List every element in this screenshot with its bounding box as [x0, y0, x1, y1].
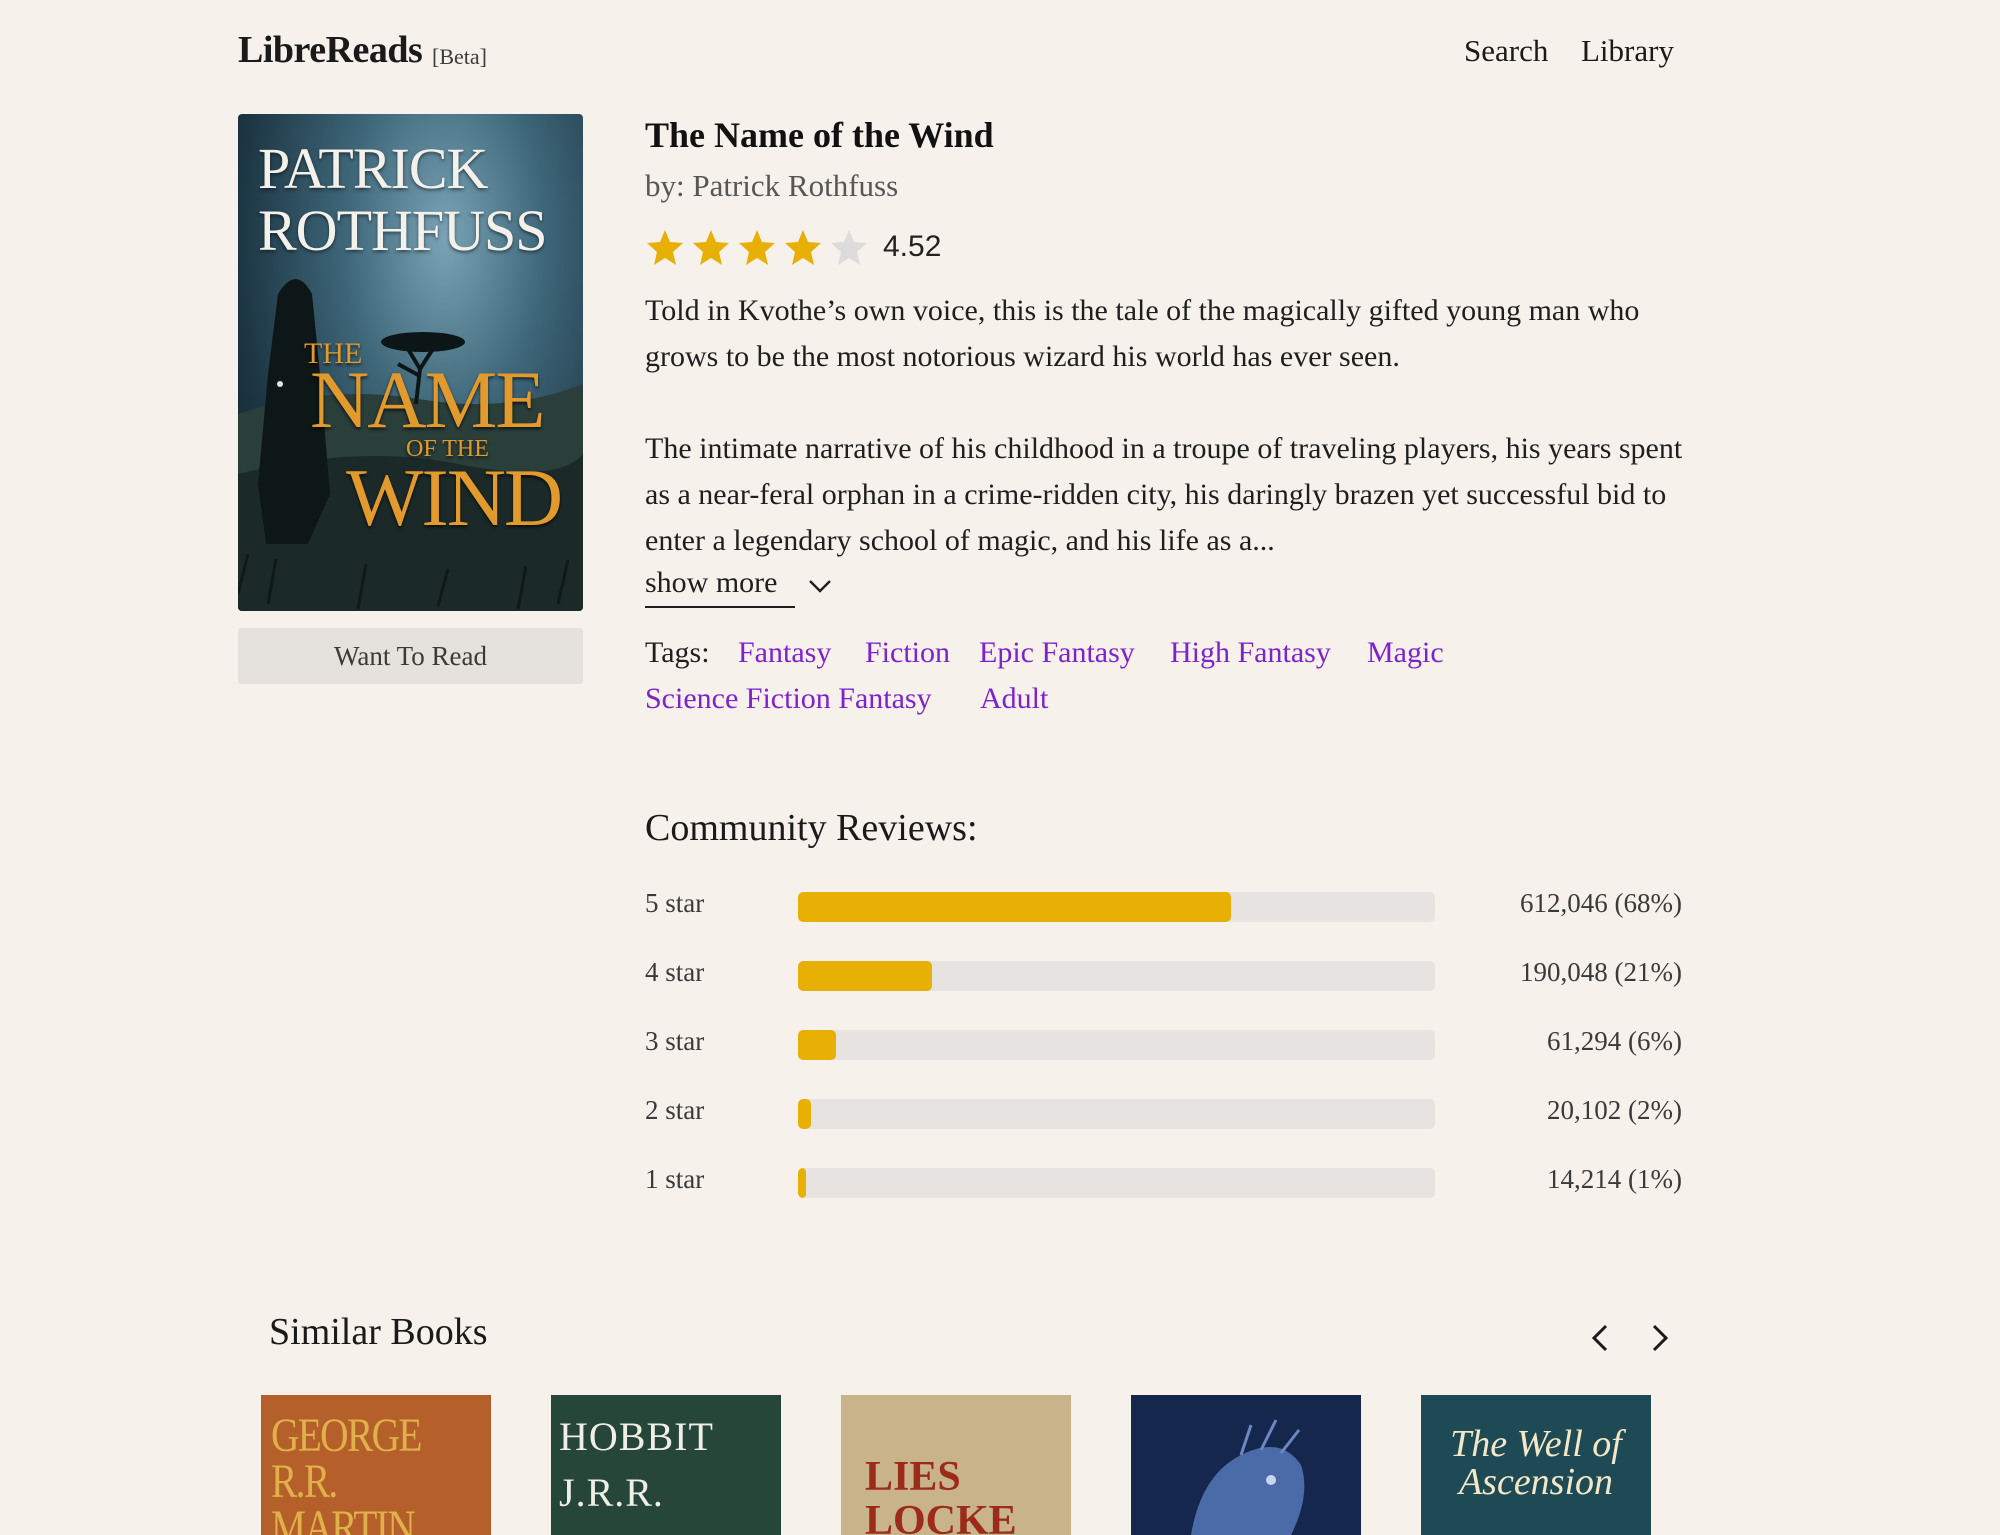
- review-row-count: 14,214 (1%): [1547, 1164, 1682, 1194]
- star-rating: [645, 228, 869, 268]
- want-to-read-button[interactable]: Want To Read: [238, 628, 583, 684]
- review-bar-track: [798, 892, 1435, 922]
- show-more-button[interactable]: show more: [645, 566, 795, 608]
- review-row-count: 190,048 (21%): [1520, 957, 1682, 987]
- average-rating: 4.52: [883, 230, 942, 263]
- similar-book-cover[interactable]: GEORGE R.R. MARTIN: [261, 1395, 491, 1535]
- chevron-left-icon[interactable]: [1580, 1318, 1620, 1358]
- similar-book-cover[interactable]: LIES LOCKE: [841, 1395, 1071, 1535]
- review-bar-fill: [798, 961, 932, 991]
- chevron-right-icon[interactable]: [1640, 1318, 1680, 1358]
- similar-books-heading: Similar Books: [269, 1311, 488, 1353]
- description-paragraph: The intimate narrative of his childhood …: [645, 432, 1683, 557]
- review-bar-fill: [798, 1030, 837, 1060]
- tag-link[interactable]: Science Fiction Fantasy: [645, 682, 932, 716]
- cover-text: HOBBIT J.R.R. TOLKIEN: [559, 1414, 738, 1535]
- description-paragraph: Told in Kvothe’s own voice, this is the …: [645, 294, 1640, 373]
- book-description: Told in Kvothe’s own voice, this is the …: [645, 288, 1685, 564]
- tag-link[interactable]: Magic: [1367, 636, 1444, 670]
- cover-author: PATRICK ROTHFUSS: [258, 136, 548, 263]
- star-empty-icon: [831, 230, 867, 265]
- cover-text: LIES LOCKE: [865, 1454, 1017, 1535]
- tag-link[interactable]: Epic Fantasy: [979, 636, 1135, 670]
- chevron-down-icon[interactable]: [808, 578, 832, 594]
- book-title: The Name of the Wind: [645, 115, 994, 155]
- cover-text: GEORGE R.R. MARTIN: [271, 1409, 422, 1535]
- review-bar-track: [798, 1099, 1435, 1129]
- tag-link[interactable]: High Fantasy: [1170, 636, 1331, 670]
- tags-label: Tags:: [645, 636, 710, 669]
- nav-search[interactable]: Search: [1464, 33, 1548, 69]
- similar-book-cover[interactable]: HOBBIT J.R.R. TOLKIEN: [551, 1395, 781, 1535]
- tag-link[interactable]: Fantasy: [738, 636, 831, 670]
- similar-book-cover[interactable]: [1131, 1395, 1361, 1535]
- community-reviews-heading: Community Reviews:: [645, 807, 978, 849]
- review-row-label: 5 star: [645, 888, 705, 918]
- nav-library[interactable]: Library: [1581, 33, 1674, 69]
- review-bar-track: [798, 961, 1435, 991]
- star-filled-icon: [647, 230, 683, 265]
- review-row-label: 1 star: [645, 1164, 705, 1194]
- review-bar-track: [798, 1030, 1435, 1060]
- similar-book-cover[interactable]: The Well of Ascension: [1421, 1395, 1651, 1535]
- tag-link[interactable]: Fiction: [865, 636, 950, 670]
- review-bar-fill: [798, 892, 1232, 922]
- cover-text: The Well of Ascension: [1450, 1423, 1622, 1503]
- review-row-label: 3 star: [645, 1026, 705, 1056]
- review-row-label: 4 star: [645, 957, 705, 987]
- dragon-artwork: [1191, 1419, 1305, 1535]
- review-bar-fill: [798, 1099, 811, 1129]
- review-row-count: 61,294 (6%): [1547, 1026, 1682, 1056]
- review-row-label: 2 star: [645, 1095, 705, 1125]
- beta-badge: [Beta]: [432, 44, 487, 69]
- review-bar-track: [798, 1168, 1435, 1198]
- star-filled-icon: [785, 230, 821, 265]
- review-bar-fill: [798, 1168, 806, 1198]
- book-author[interactable]: by: Patrick Rothfuss: [645, 168, 898, 204]
- review-row-count: 20,102 (2%): [1547, 1095, 1682, 1125]
- review-row-count: 612,046 (68%): [1520, 888, 1682, 918]
- tag-link[interactable]: Adult: [980, 682, 1048, 716]
- star-filled-icon: [693, 230, 729, 265]
- star-filled-icon: [739, 230, 775, 265]
- book-cover: PATRICK ROTHFUSS THE NAME OF THE WIND: [238, 114, 583, 611]
- brand-logo[interactable]: LibreReads: [238, 28, 423, 72]
